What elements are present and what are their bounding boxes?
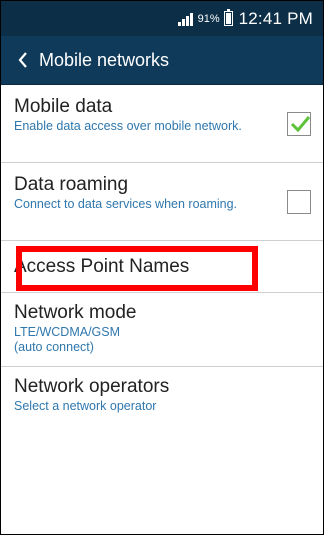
screen-frame: 91% 12:41 PM Mobile networks Mobile data… <box>0 0 324 535</box>
network-operators-summary: Select a network operator <box>14 399 157 413</box>
network-operators-title: Network operators <box>14 376 170 397</box>
data-roaming-title: Data roaming <box>14 174 129 195</box>
battery-icon <box>223 9 233 26</box>
data-roaming-summary: Connect to data services when roaming. <box>14 197 238 211</box>
mobile-data-title: Mobile data <box>14 96 113 117</box>
status-bar: 91% 12:41 PM <box>1 1 323 36</box>
check-icon <box>290 115 311 132</box>
mobile-data-checkbox[interactable] <box>287 111 311 136</box>
network-mode-setting[interactable]: Network mode LTE/WCDMA/GSM (auto connect… <box>1 293 323 367</box>
mobile-data-summary: Enable data access over mobile network. <box>14 119 242 133</box>
network-mode-title: Network mode <box>14 302 137 323</box>
action-bar: Mobile networks <box>1 36 323 85</box>
page-title: Mobile networks <box>39 49 170 70</box>
access-point-names-title: Access Point Names <box>14 256 190 277</box>
chevron-left-icon[interactable] <box>9 36 37 84</box>
mobile-data-setting[interactable]: Mobile data Enable data access over mobi… <box>1 85 323 163</box>
battery-percent: 91% <box>197 12 220 25</box>
status-time: 12:41 PM <box>238 8 313 28</box>
data-roaming-checkbox[interactable] <box>287 189 311 214</box>
access-point-names-setting[interactable]: Access Point Names <box>1 241 323 293</box>
network-mode-summary-line1: LTE/WCDMA/GSM <box>14 325 121 339</box>
signal-icon <box>177 12 193 26</box>
settings-list: Mobile data Enable data access over mobi… <box>1 85 323 424</box>
data-roaming-setting[interactable]: Data roaming Connect to data services wh… <box>1 163 323 241</box>
network-operators-setting[interactable]: Network operators Select a network opera… <box>1 367 323 424</box>
network-mode-summary-line2: (auto connect) <box>14 340 94 354</box>
